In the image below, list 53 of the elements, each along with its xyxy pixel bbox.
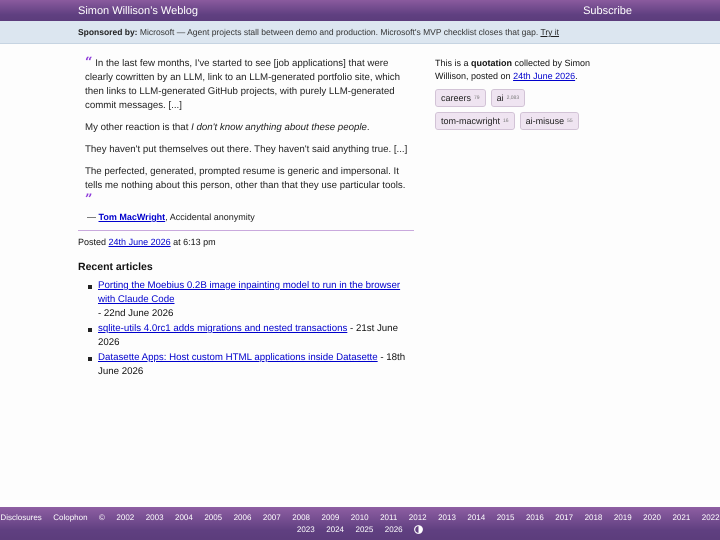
footer-link[interactable]: 2008: [292, 513, 310, 522]
article-link[interactable]: sqlite-utils 4.0rc1 adds migrations and nested transactions: [98, 322, 348, 336]
sponsor-text: Sponsored by: Microsoft — Agent projects stall between demo and production. Microsoft's MVP checklist closes that gap. Try it: [78, 27, 560, 37]
quote-paragraph: My other reaction is that I don't know anything about these people.: [85, 121, 371, 135]
footer-link[interactable]: Colophon: [53, 513, 88, 522]
footer-link[interactable]: 2020: [643, 513, 661, 522]
footer-link[interactable]: 2021: [672, 513, 690, 522]
bullet-icon: [88, 357, 92, 361]
date-link[interactable]: 24th June 2026: [108, 237, 171, 247]
footer-link[interactable]: 2004: [175, 513, 193, 522]
footer-link[interactable]: 2025: [356, 525, 374, 534]
quote-citation: — Tom MacWright, Accidental anonymity: [87, 212, 256, 222]
footer-link[interactable]: Disclosures: [0, 513, 42, 522]
footer-link[interactable]: 2009: [322, 513, 340, 522]
footer-link[interactable]: 2018: [584, 513, 602, 522]
article-link[interactable]: Porting the Moebius 0.2B image inpainting model to run in the browser with Claude Code: [98, 279, 414, 307]
footer-link[interactable]: 2010: [350, 513, 369, 522]
quotation-info: This is a quotation collected by Simon Willison, posted on 24th June 2026.: [435, 57, 592, 83]
bullet-icon: [88, 328, 92, 332]
site-title[interactable]: Simon Willison’s Weblog: [78, 4, 198, 16]
posted-date: Posted 24th June 2026 at 6:13 pm: [78, 237, 217, 247]
try-it-link[interactable]: Try it: [540, 27, 560, 37]
footer-link[interactable]: 2015: [496, 513, 514, 522]
author-link[interactable]: Tom MacWright: [98, 212, 166, 222]
date-link[interactable]: 24th June 2026: [513, 71, 576, 81]
subscribe-link[interactable]: Subscribe: [583, 4, 632, 16]
footer-link[interactable]: 2013: [438, 513, 456, 522]
footer-link[interactable]: 2022: [702, 513, 720, 522]
footer-link[interactable]: 2023: [296, 525, 315, 534]
footer-link[interactable]: 2011: [380, 513, 398, 522]
theme-toggle-icon[interactable]: [414, 525, 424, 534]
footer-link[interactable]: 2016: [526, 513, 544, 522]
recent-article: Porting the Moebius 0.2B image inpainting model to run in the browser with Claude Code - 22nd June 2026: [98, 279, 414, 321]
footer-link[interactable]: 2003: [146, 513, 164, 522]
recent-article: sqlite-utils 4.0rc1 adds migrations and nested transactions - 21st June 2026: [98, 322, 399, 350]
footer-link[interactable]: 2006: [234, 513, 252, 522]
recent-article: Datasette Apps: Host custom HTML applications inside Datasette - 18th June 2026: [98, 351, 406, 379]
quote-paragraph: “ In the last few months, I've started to see [job applications] that were clearly cowritten by an LLM, link to an LLM-generated portfolio site, which then links to LLM-generated GitHub projects, with purely LLM-generated commit messages. [...]: [85, 56, 401, 113]
footer-link[interactable]: ©: [99, 513, 105, 522]
bullet-icon: [88, 285, 92, 289]
quote-paragraph: The perfected, generated, prompted resume is generic and impersonal. It tells me nothing about this person, other than that they use particular tools. ”: [85, 165, 406, 208]
recent-articles-heading: Recent articles: [78, 261, 154, 273]
footer-link[interactable]: 2026: [384, 525, 403, 534]
footer-link[interactable]: 2007: [262, 513, 281, 522]
footer-link[interactable]: 2024: [326, 525, 344, 534]
footer-link[interactable]: 2014: [467, 513, 486, 522]
footer-link[interactable]: 2017: [555, 513, 574, 522]
article-link[interactable]: Datasette Apps: Host custom HTML applications inside Datasette: [98, 351, 378, 365]
footer-link[interactable]: 2005: [204, 513, 222, 522]
footer-link[interactable]: 2019: [614, 513, 632, 522]
quote-paragraph: They haven't put themselves out there. They haven't said anything true. [...]: [85, 143, 408, 157]
footer-link[interactable]: 2002: [116, 513, 134, 522]
footer-link[interactable]: 2012: [408, 513, 427, 522]
